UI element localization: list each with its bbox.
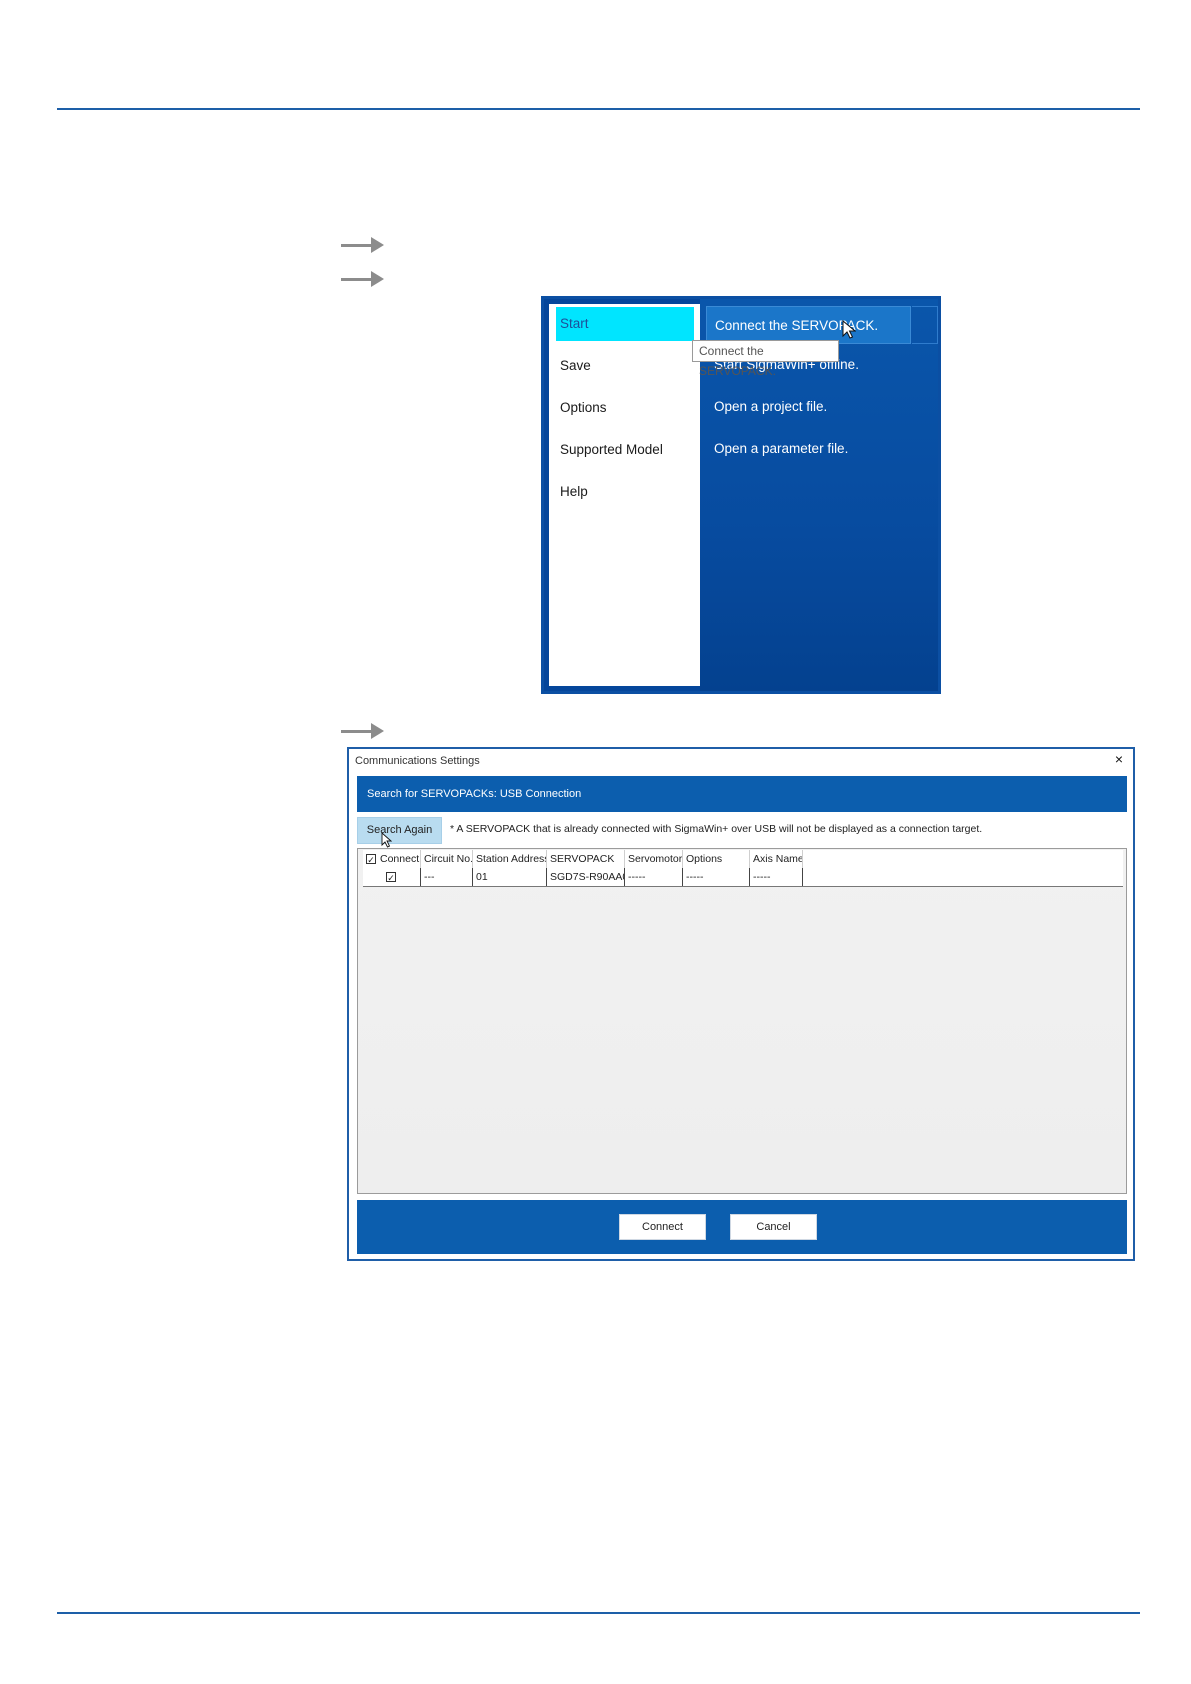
row-options: ----- [683,868,750,886]
column-label: Connect [380,853,420,865]
step-arrow-icon [341,721,385,739]
dialog-footer: Connect Cancel [357,1200,1127,1254]
column-header-servopack[interactable]: SERVOPACK [547,850,625,868]
row-connect-checkbox[interactable]: ✓ [386,872,396,883]
step-arrow-icon [341,269,385,287]
column-header-axis-name[interactable]: Axis Name [750,850,803,868]
column-header-options[interactable]: Options [683,850,750,868]
menu-item-supported-model[interactable]: Supported Model [556,433,694,467]
row-servopack: SGD7S-R90AA0A [547,868,625,886]
header-rule [57,108,1140,110]
row-servomotor: ----- [625,868,683,886]
select-all-checkbox[interactable]: ✓ [366,854,376,865]
dialog-title: Communications Settings [355,755,480,767]
action-open-parameter-file[interactable]: Open a parameter file. [706,430,911,468]
servopack-table: ✓ Connect Circuit No. Station Address SE… [357,848,1127,1194]
start-menu-left-pane: Start Save Options Supported Model Help [549,304,700,686]
menu-item-options[interactable]: Options [556,391,694,425]
column-header-servomotor[interactable]: Servomotor [625,850,683,868]
action-connect-servopack[interactable]: Connect the SERVOPACK. [706,306,938,344]
footer-rule [57,1612,1140,1614]
close-icon[interactable]: × [1115,751,1123,767]
menu-item-help[interactable]: Help [556,475,694,509]
table-row[interactable]: ✓ --- 01 SGD7S-R90AA0A ----- ----- ----- [363,868,1123,887]
search-again-button[interactable]: Search Again [357,817,442,844]
dialog-section-title: Search for SERVOPACKs: USB Connection [357,776,1127,812]
row-filler [803,868,1123,886]
menu-item-save[interactable]: Save [556,349,694,383]
mouse-cursor-icon [842,320,856,339]
column-header-circuit-no[interactable]: Circuit No. [421,850,473,868]
connect-button[interactable]: Connect [619,1214,706,1240]
table-header: ✓ Connect Circuit No. Station Address SE… [363,850,1123,869]
row-axis-name: ----- [750,868,803,886]
row-circuit-no: --- [421,868,473,886]
column-filler [803,850,1123,868]
tooltip: Connect the SERVOPACK. [692,340,839,378]
cancel-button[interactable]: Cancel [730,1214,817,1240]
action-open-project-file[interactable]: Open a project file. [706,388,911,426]
row-connect-cell[interactable]: ✓ [363,868,421,886]
mouse-cursor-icon [381,832,392,848]
step-arrow-icon [341,235,385,253]
usb-note: * A SERVOPACK that is already connected … [450,823,983,835]
column-header-connect[interactable]: ✓ Connect [363,850,421,868]
communications-settings-dialog: Communications Settings × Search for SER… [347,747,1135,1261]
column-header-station-address[interactable]: Station Address [473,850,547,868]
row-station-address: 01 [473,868,547,886]
menu-item-start[interactable]: Start [556,307,694,341]
